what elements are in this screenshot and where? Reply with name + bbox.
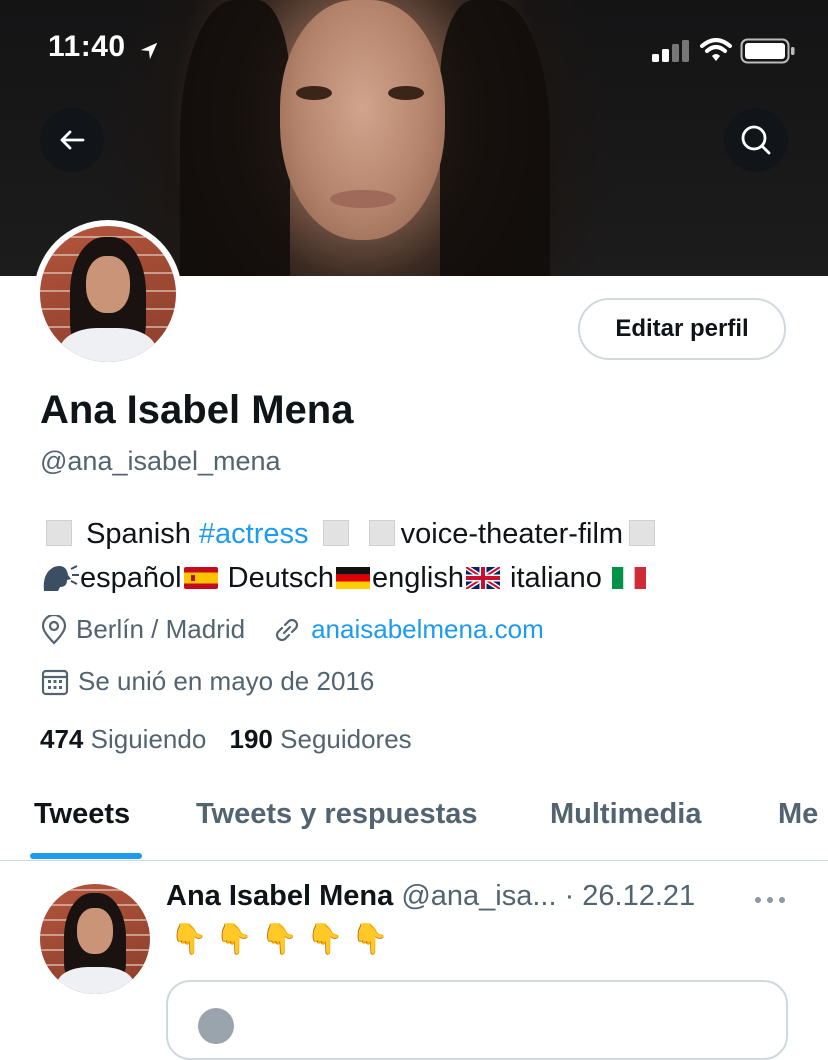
tab-likes[interactable]: Me: [778, 798, 818, 831]
uk-flag-icon: [465, 567, 500, 589]
signal-icon: [652, 40, 689, 62]
status-bar: 11:40: [0, 0, 828, 100]
tweet-avatar[interactable]: [40, 884, 150, 994]
tweet-date[interactable]: · 26.12.21: [565, 880, 696, 912]
search-icon: [741, 125, 771, 155]
profile-joined-row: Se unió en mayo de 2016: [40, 666, 374, 697]
bio-line-1: Spanish #actress voice-theater-film: [40, 512, 800, 556]
bio-line-2: español Deutsch english italiano: [40, 556, 800, 600]
spain-flag-icon: [183, 567, 218, 589]
bio-text: english: [372, 562, 464, 594]
followers-count: 190: [229, 724, 273, 754]
speaking-head-icon: [43, 565, 79, 591]
profile-name: Ana Isabel Mena: [40, 388, 354, 432]
battery-icon: [740, 38, 795, 64]
back-button[interactable]: [40, 108, 104, 172]
location-pin-icon: [41, 614, 67, 645]
link-icon: [275, 618, 299, 641]
following-count: 474: [40, 724, 84, 754]
bio-text: español: [80, 562, 182, 594]
search-button[interactable]: [724, 108, 788, 172]
active-tab-indicator: [30, 853, 142, 859]
tweet-author-name[interactable]: Ana Isabel Mena: [166, 880, 393, 912]
bio-text: Spanish: [86, 518, 199, 550]
banner-lips: [330, 190, 396, 208]
followers-label: Seguidores: [280, 724, 412, 754]
location-arrow-icon: [140, 42, 158, 60]
unsupported-glyph-icon: [46, 520, 72, 546]
tweet-author-handle: @ana_isa...: [401, 880, 557, 912]
profile-handle: @ana_isabel_mena: [40, 446, 281, 476]
unsupported-glyph-icon: [629, 520, 656, 546]
unsupported-glyph-icon: [368, 520, 395, 546]
bio-text: voice-theater-film: [400, 518, 624, 550]
more-icon[interactable]: [754, 896, 786, 904]
tweet-header: Ana Isabel Mena @ana_isa... · 26.12.21: [166, 880, 695, 913]
wifi-icon: [700, 38, 732, 61]
bio-text: italiano: [501, 562, 610, 594]
tab-media[interactable]: Multimedia: [550, 798, 701, 831]
status-time: 11:40: [48, 30, 126, 63]
following-label: Siguiendo: [90, 724, 207, 754]
edit-profile-button[interactable]: Editar perfil: [578, 298, 786, 360]
avatar: [40, 226, 176, 362]
profile-joined-date: Se unió en mayo de 2016: [78, 666, 375, 696]
hashtag-link[interactable]: #actress: [199, 518, 309, 550]
profile-bio: Spanish #actress voice-theater-film espa…: [40, 512, 800, 600]
bio-text: Deutsch: [219, 562, 335, 594]
profile-meta-row: Berlín / Madrid anaisabelmena.com: [40, 614, 544, 645]
quoted-tweet-card[interactable]: [166, 980, 788, 1060]
germany-flag-icon: [336, 567, 371, 589]
quoted-tweet-avatar: [198, 1008, 234, 1044]
following-link[interactable]: 474 Siguiendo: [40, 724, 206, 754]
followers-link[interactable]: 190 Seguidores: [230, 724, 412, 754]
calendar-icon: [41, 669, 69, 695]
profile-avatar[interactable]: [34, 220, 182, 368]
profile-location: Berlín / Madrid: [76, 614, 246, 644]
unsupported-glyph-icon: [322, 520, 349, 546]
profile-tabs: Tweets Tweets y respuestas Multimedia Me: [0, 790, 828, 861]
profile-website-link[interactable]: anaisabelmena.com: [311, 614, 544, 645]
italy-flag-icon: [611, 567, 646, 589]
follow-counts: 474 Siguiendo 190 Seguidores: [40, 724, 412, 755]
tab-tweets-and-replies[interactable]: Tweets y respuestas: [196, 798, 478, 831]
tweet-text: 👇👇👇👇👇: [170, 923, 397, 956]
tab-tweets[interactable]: Tweets: [34, 798, 130, 831]
back-arrow-icon: [60, 130, 85, 150]
